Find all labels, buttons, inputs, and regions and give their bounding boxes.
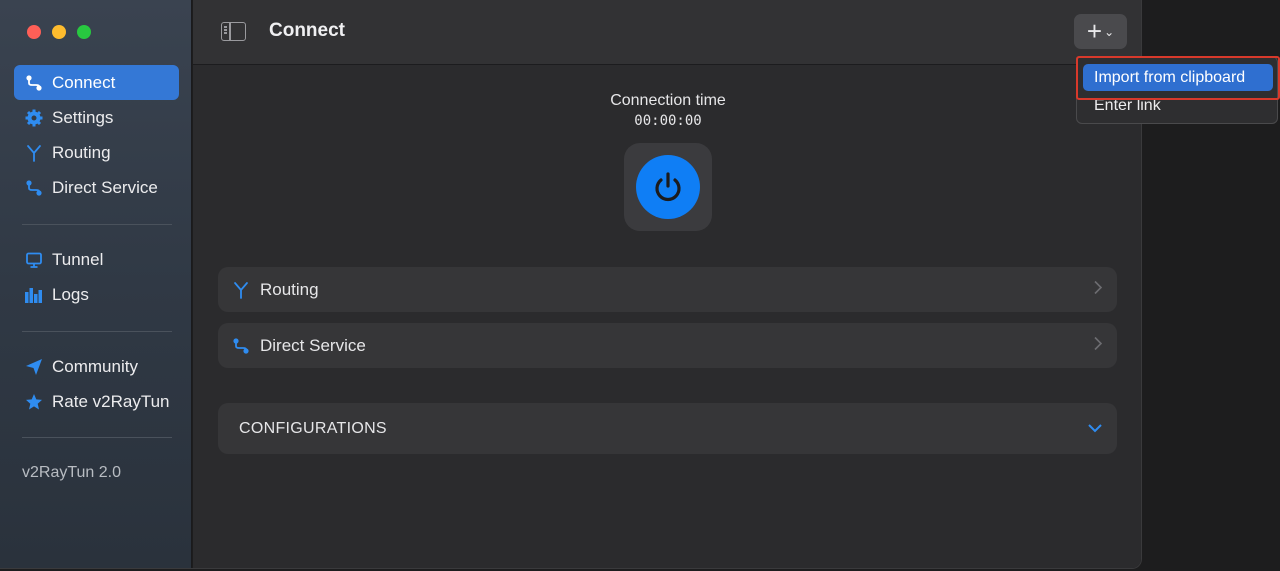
sidebar-item-connect[interactable]: Connect xyxy=(14,65,179,100)
connection-time-value: 00:00:00 xyxy=(634,113,702,129)
gear-icon xyxy=(24,108,44,128)
connection-time-label: Connection time xyxy=(610,92,726,109)
chevron-right-icon xyxy=(1093,335,1103,356)
direct-service-icon xyxy=(24,178,44,198)
sidebar-nav-main: Connect Settings Routing Direct Service xyxy=(14,65,179,205)
sidebar-item-label: Logs xyxy=(52,284,89,304)
main-pane: Connect + ⌄ Connection time 00:00:00 Rout… xyxy=(193,0,1141,568)
sidebar-item-routing[interactable]: Routing xyxy=(14,135,179,170)
highlight-box xyxy=(1076,56,1280,100)
sidebar-item-label: Community xyxy=(52,356,138,376)
routing-icon xyxy=(24,143,44,163)
plus-icon: + xyxy=(1086,16,1103,46)
monitor-icon xyxy=(24,250,44,270)
routing-icon xyxy=(230,281,252,299)
close-window-button[interactable] xyxy=(27,25,41,39)
sidebar-nav-tools: Tunnel Logs xyxy=(14,242,179,312)
sidebar-item-direct-service[interactable]: Direct Service xyxy=(14,170,179,205)
sidebar: Connect Settings Routing Direct Service xyxy=(0,0,192,568)
app-version: v2RayTun 2.0 xyxy=(22,464,122,481)
page-title: Connect xyxy=(269,20,345,41)
direct-service-row[interactable]: Direct Service xyxy=(218,323,1117,368)
chevron-right-icon xyxy=(1093,279,1103,300)
add-menu-button[interactable]: + ⌄ xyxy=(1074,14,1127,49)
chevron-down-icon xyxy=(1087,420,1103,438)
chevron-down-icon: ⌄ xyxy=(1104,24,1115,39)
configurations-label: CONFIGURATIONS xyxy=(239,419,387,437)
power-icon xyxy=(636,155,700,219)
sidebar-divider xyxy=(22,437,172,438)
sidebar-item-logs[interactable]: Logs xyxy=(14,277,179,312)
sidebar-item-rate[interactable]: Rate v2RayTun xyxy=(14,384,179,419)
configurations-section[interactable]: CONFIGURATIONS xyxy=(218,403,1117,454)
sidebar-item-label: Connect xyxy=(52,72,116,92)
sidebar-item-settings[interactable]: Settings xyxy=(14,100,179,135)
sidebar-item-label: Tunnel xyxy=(52,249,104,269)
connect-icon xyxy=(24,73,44,93)
minimize-window-button[interactable] xyxy=(52,25,66,39)
logs-icon xyxy=(24,285,44,305)
sidebar-nav-community: Community Rate v2RayTun xyxy=(14,349,179,419)
add-dropdown-menu: Import from clipboard Enter link xyxy=(1076,56,1280,124)
sidebar-item-label: Direct Service xyxy=(52,177,158,197)
sidebar-item-community[interactable]: Community xyxy=(14,349,179,384)
power-button[interactable] xyxy=(624,143,712,231)
direct-service-icon xyxy=(230,337,252,355)
paper-plane-icon xyxy=(24,357,44,377)
sidebar-divider xyxy=(22,331,172,332)
sidebar-item-label: Routing xyxy=(52,142,111,162)
direct-service-row-label: Direct Service xyxy=(260,335,366,355)
app-window: Connect Settings Routing Direct Service xyxy=(0,0,1142,569)
toolbar: Connect + ⌄ xyxy=(193,0,1141,65)
sidebar-item-label: Rate v2RayTun xyxy=(52,391,170,411)
sidebar-item-label: Settings xyxy=(52,107,114,127)
sidebar-divider xyxy=(22,224,172,225)
routing-row[interactable]: Routing xyxy=(218,267,1117,312)
sidebar-toggle-icon[interactable] xyxy=(221,22,246,41)
zoom-window-button[interactable] xyxy=(77,25,91,39)
sidebar-item-tunnel[interactable]: Tunnel xyxy=(14,242,179,277)
star-icon xyxy=(24,392,44,412)
window-controls xyxy=(27,25,91,39)
routing-row-label: Routing xyxy=(260,279,319,299)
